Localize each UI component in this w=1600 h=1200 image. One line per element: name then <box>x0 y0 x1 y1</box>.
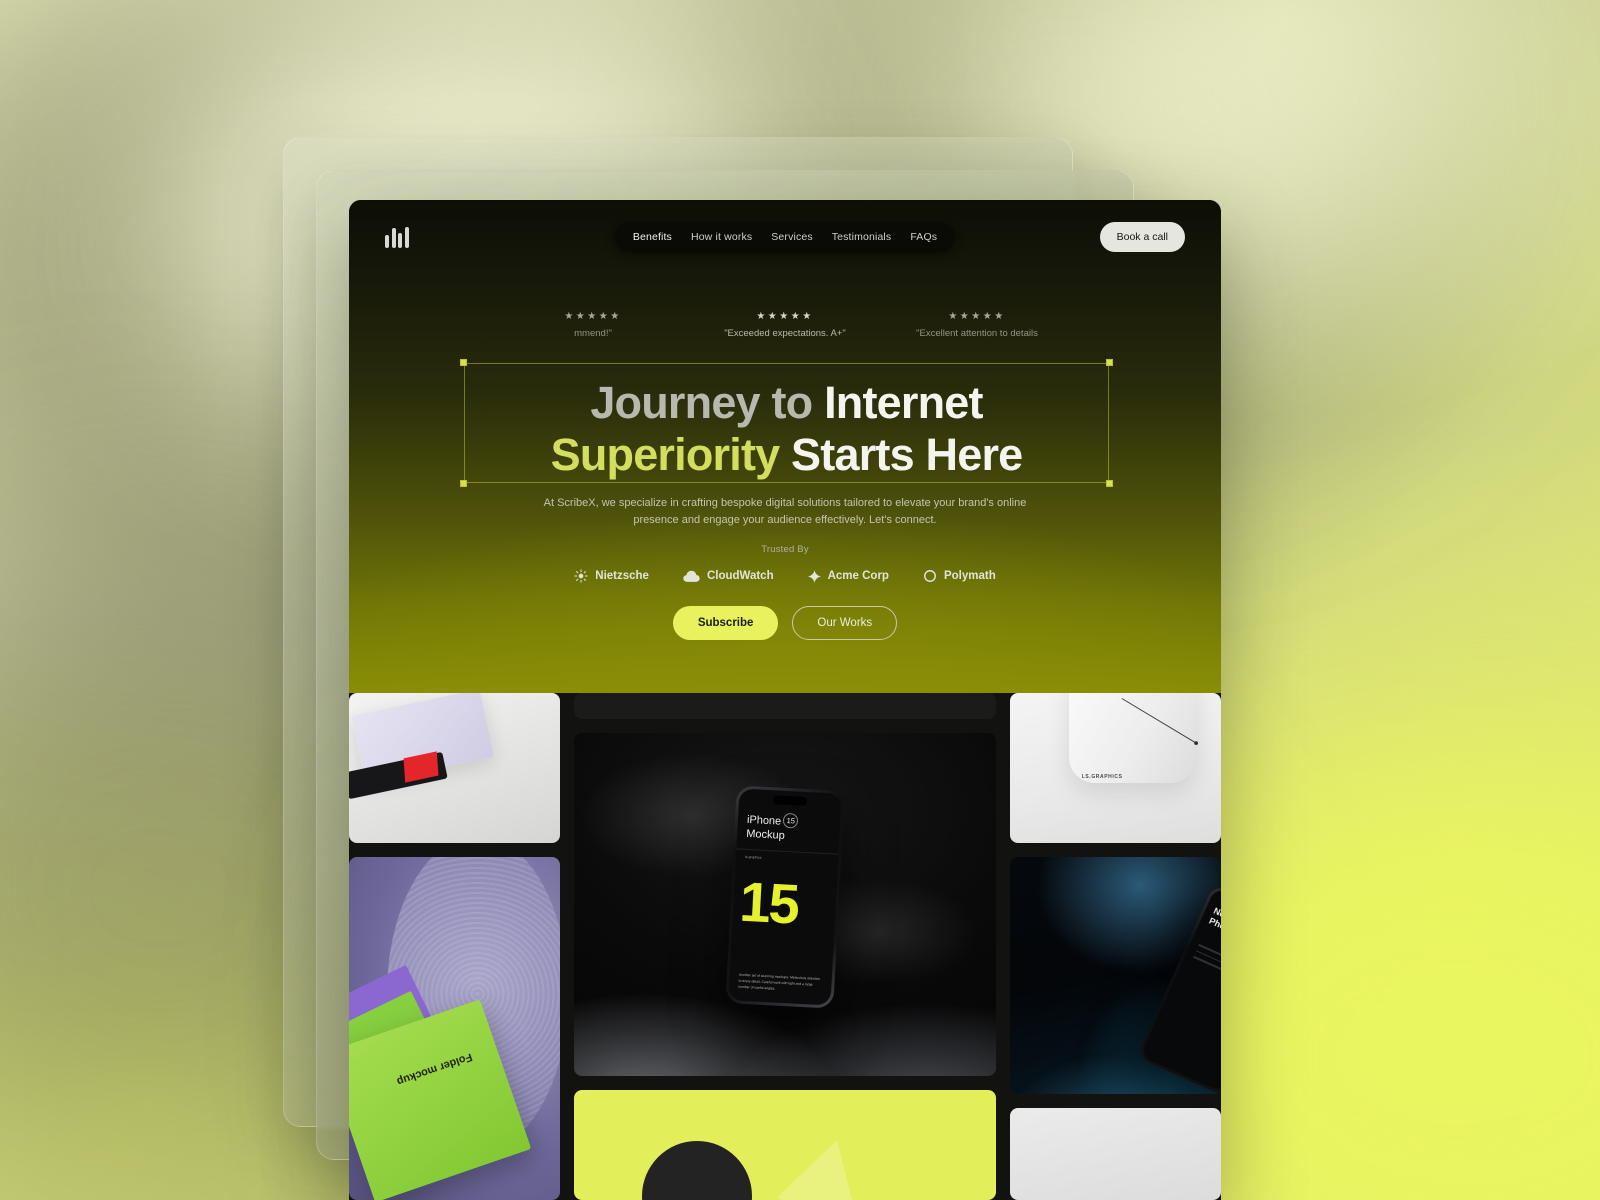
hero-section: Benefits How it works Services Testimoni… <box>349 200 1221 693</box>
nav-item-how-it-works[interactable]: How it works <box>691 231 752 243</box>
brand-name: Polymath <box>943 570 996 582</box>
website-preview-window: Benefits How it works Services Testimoni… <box>349 200 1221 1200</box>
nothing-device: Nothing (1) Phone Mockup <box>1136 883 1221 1094</box>
sparkle-icon <box>807 569 821 583</box>
gallery-card-nothing-phone[interactable]: Nothing (1) Phone Mockup <box>1010 857 1221 1094</box>
testimonial-quote: "Exceeded expectations. A+" <box>724 328 846 339</box>
headline-selection[interactable]: Journey to Internet Superiority Starts H… <box>460 359 1113 487</box>
iphone-notch <box>772 795 808 806</box>
scribex-logo-icon[interactable] <box>385 226 409 248</box>
star-rating-icon: ★★★★★ <box>948 312 1006 322</box>
star-rating-icon: ★★★★★ <box>564 312 622 322</box>
star-rating-icon: ★★★★★ <box>756 312 814 322</box>
yellow-card-circle <box>641 1140 752 1200</box>
sun-icon <box>574 569 588 583</box>
testimonial-card: ★★★★★ "Exceeded expectations. A+" <box>710 312 860 339</box>
hero-headline: Journey to Internet Superiority Starts H… <box>464 377 1109 481</box>
headline-word-to: to <box>759 377 825 428</box>
iphone-divider <box>736 848 839 855</box>
brand-nietzsche: Nietzsche <box>574 569 649 583</box>
gallery-card-ls-graphics[interactable]: LS.GRAPHICS <box>1010 693 1221 843</box>
nothing-title-text-2: Phone Mockup <box>1207 915 1221 951</box>
headline-word-journey: Journey <box>590 377 760 428</box>
nothing-screen: Nothing (1) Phone Mockup <box>1140 887 1221 1093</box>
hero-cta-row: Subscribe Our Works <box>349 606 1221 640</box>
gallery-card-folder-mockup[interactable]: Folder mockup <box>349 857 560 1200</box>
testimonial-card: ★★★★★ mmend!" <box>518 312 668 339</box>
gallery-card-grey[interactable] <box>1010 1108 1221 1200</box>
testimonial-quote: mmend!" <box>574 328 612 339</box>
gallery-top-bar <box>574 693 996 719</box>
ls-graphics-label: LS.GRAPHICS <box>1081 774 1123 780</box>
gallery-card-iphone-mockup[interactable]: iPhone 15 Mockup ls-graphics 15 Another s… <box>574 733 996 1076</box>
trusted-by-label: Trusted By <box>761 544 809 555</box>
top-navigation: Benefits How it works Services Testimoni… <box>349 200 1221 274</box>
headline-word-superiority: Superiority <box>550 429 781 481</box>
ls-pointer-line <box>1121 698 1198 745</box>
iphone-subtext: ls-graphics <box>744 854 762 860</box>
brand-name: Nietzsche <box>595 570 649 582</box>
gallery-column-right: LS.GRAPHICS Nothing (1) Phone Mockup <box>1010 693 1221 1200</box>
trusted-by-section: Trusted By Nietzsche CloudWatch Acme Cor… <box>349 544 1221 583</box>
testimonial-quote: "Excellent attention to details <box>916 328 1038 339</box>
gallery-section: Aa Bb Cc, second loremipsum, text with s… <box>349 693 1221 1200</box>
gallery-column-center: iPhone 15 Mockup ls-graphics 15 Another s… <box>574 693 996 1200</box>
iphone-body-text: Another set of stunning mockups. Meticul… <box>738 972 821 991</box>
brand-polymath: Polymath <box>923 569 996 583</box>
iphone-device: iPhone 15 Mockup ls-graphics 15 Another s… <box>725 785 845 1009</box>
brand-name: Acme Corp <box>827 570 889 582</box>
iphone-screen: iPhone 15 Mockup ls-graphics 15 Another s… <box>728 788 842 1006</box>
brand-name: CloudWatch <box>706 570 774 582</box>
selection-handle-top-left[interactable] <box>460 359 467 366</box>
nav-item-testimonials[interactable]: Testimonials <box>832 231 892 243</box>
nav-item-services[interactable]: Services <box>771 231 812 243</box>
nothing-text-lines <box>1192 943 1221 991</box>
iphone-big-number: 15 <box>738 869 800 936</box>
selection-handle-top-right[interactable] <box>1106 359 1113 366</box>
gallery-card-yellow[interactable] <box>574 1090 996 1200</box>
circle-icon <box>923 569 937 583</box>
iphone-title-text-2: Mockup <box>745 827 786 842</box>
nav-item-benefits[interactable]: Benefits <box>633 231 672 243</box>
nav-item-faqs[interactable]: FAQs <box>910 231 937 243</box>
headline-word-starts-here: Starts Here <box>779 429 1023 481</box>
iphone-title-text: iPhone <box>746 813 782 828</box>
iphone-badge: 15 <box>782 812 799 829</box>
headline-word-internet: Internet <box>824 377 983 428</box>
cloud-icon <box>683 570 700 583</box>
hero-subtitle: At ScribeX, we specialize in crafting be… <box>543 497 1027 527</box>
brand-logo-row: Nietzsche CloudWatch Acme Corp Polymath <box>349 569 1221 583</box>
subscribe-button[interactable]: Subscribe <box>672 606 779 640</box>
testimonial-strip: ★★★★★ mmend!" ★★★★★ "Exceeded expectatio… <box>349 312 1221 339</box>
book-a-call-button[interactable]: Book a call <box>1099 222 1185 252</box>
iphone-title: iPhone 15 Mockup <box>746 811 832 846</box>
yellow-card-triangle <box>776 1128 878 1200</box>
testimonial-card: ★★★★★ "Excellent attention to details <box>902 312 1052 339</box>
brand-cloudwatch: CloudWatch <box>683 570 774 583</box>
gallery-card-stationery[interactable]: Aa Bb Cc, second loremipsum, text with s… <box>349 693 560 843</box>
our-works-button[interactable]: Our Works <box>792 606 898 640</box>
brand-acme-corp: Acme Corp <box>807 569 889 583</box>
gallery-column-left: Aa Bb Cc, second loremipsum, text with s… <box>349 693 560 1200</box>
nav-pill: Benefits How it works Services Testimoni… <box>614 222 956 252</box>
